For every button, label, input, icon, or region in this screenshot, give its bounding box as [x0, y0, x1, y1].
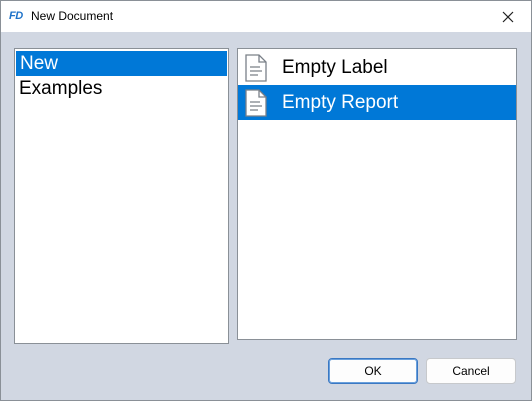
document-item-empty-label[interactable]: Empty Label: [238, 50, 516, 85]
window-title: New Document: [31, 9, 114, 23]
category-list: New Examples: [14, 48, 229, 344]
app-logo-icon: FD: [9, 10, 23, 22]
document-label: Empty Label: [282, 56, 388, 78]
document-label: Empty Report: [282, 91, 399, 113]
document-icon: [245, 88, 267, 117]
close-icon: [502, 11, 514, 22]
new-document-dialog: FD New Document New Examples Empty Label: [0, 0, 532, 401]
document-icon: [245, 53, 267, 82]
ok-button[interactable]: OK: [328, 358, 418, 384]
title-bar: FD New Document: [1, 1, 531, 32]
document-list: Empty Label Empty Report: [237, 48, 517, 340]
close-button[interactable]: [485, 1, 531, 32]
document-item-empty-report[interactable]: Empty Report: [238, 85, 516, 120]
category-item-examples[interactable]: Examples: [15, 76, 228, 101]
category-label: New: [20, 53, 59, 74]
cancel-button[interactable]: Cancel: [426, 358, 516, 384]
category-label: Examples: [19, 78, 103, 99]
category-item-new[interactable]: New: [16, 51, 227, 76]
